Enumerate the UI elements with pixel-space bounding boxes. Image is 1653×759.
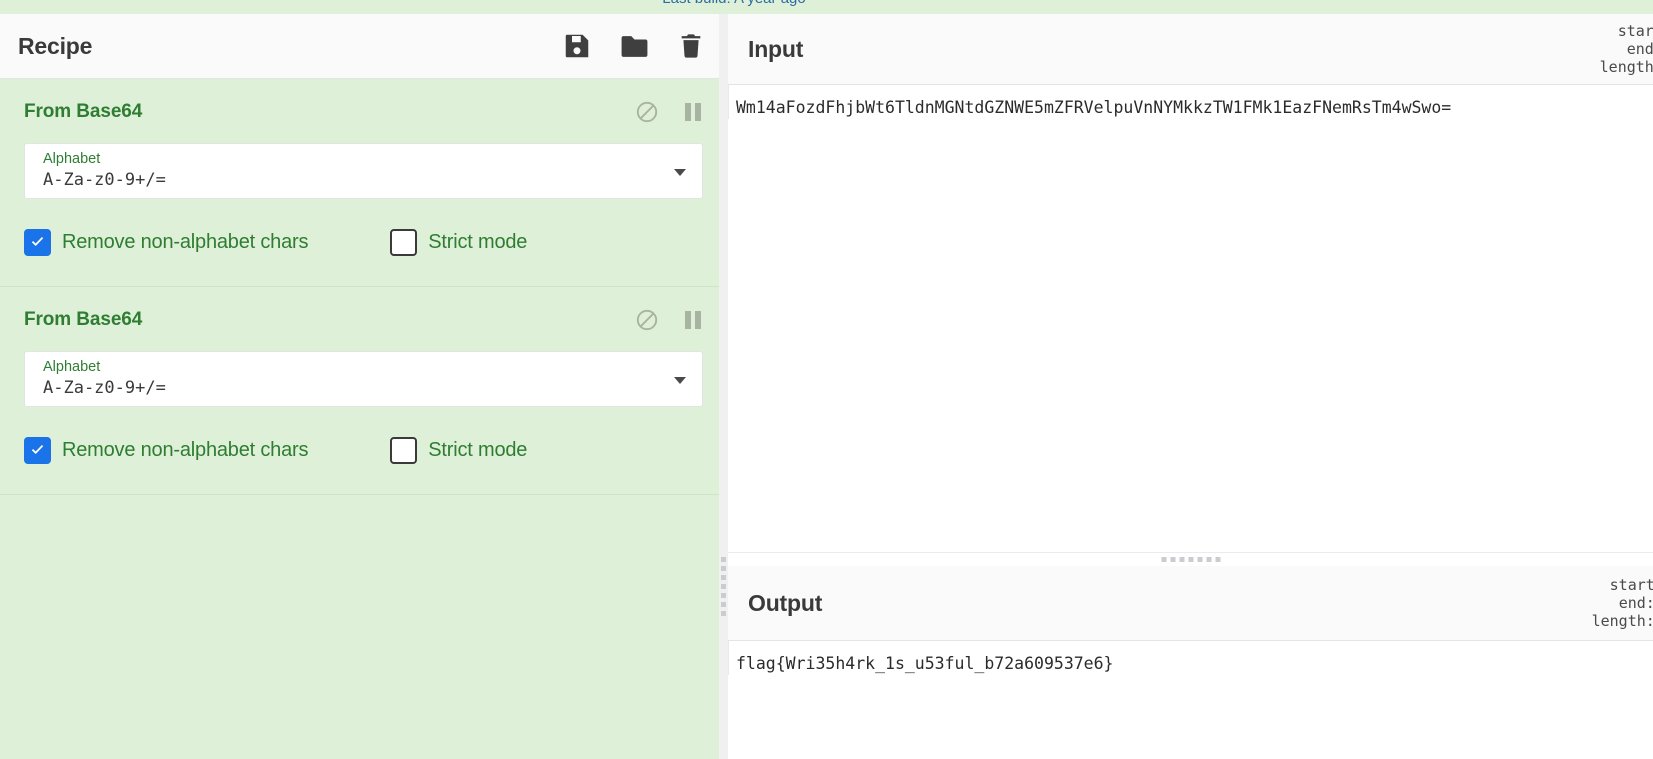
input-textarea[interactable]: Wm14aFozdFhjbWt6TldnMGNtdGZNWE5mZFRVelpu…	[728, 85, 1653, 119]
splitter-grip	[1161, 557, 1220, 562]
disable-icon[interactable]	[635, 308, 659, 332]
pause-icon[interactable]	[683, 101, 703, 123]
operation-header: From Base64	[24, 305, 703, 335]
input-stats: start: 0 end: 68 length: 68 l	[1600, 22, 1653, 76]
checkbox-box-unchecked	[390, 229, 418, 256]
alphabet-value: A-Za-z0-9+/=	[43, 170, 166, 190]
output-title: Output	[748, 589, 823, 616]
alphabet-label: Alphabet	[43, 151, 101, 167]
last-build-text: Last build: A year ago	[0, 0, 1468, 7]
recipe-pane: Recipe From Base64 Alphabet A-Za-z0-9+/=…	[0, 14, 727, 759]
splitter-grip	[721, 557, 726, 616]
disable-icon[interactable]	[635, 100, 659, 124]
recipe-title-bar: Recipe	[0, 14, 727, 79]
recipe-actions	[562, 31, 705, 62]
folder-icon[interactable]	[619, 31, 650, 62]
input-pane: Input start: 0 end: 68 length: 68 l Wm14…	[728, 14, 1653, 552]
alphabet-label: Alphabet	[43, 359, 101, 375]
input-output-splitter[interactable]	[728, 552, 1653, 566]
checkbox-label: Strict mode	[428, 231, 528, 253]
chevron-down-icon[interactable]	[674, 377, 686, 384]
output-header: Output start: 0 end: 38 length: 38 t len…	[728, 566, 1653, 641]
trash-icon[interactable]	[677, 32, 705, 60]
operation-title: From Base64	[24, 101, 143, 122]
operation-title: From Base64	[24, 309, 143, 330]
operation-header: From Base64	[24, 97, 703, 127]
output-end: end: 38	[1618, 594, 1653, 612]
output-text[interactable]: flag{Wri35h4rk_1s_u53ful_b72a609537e6}	[728, 641, 1653, 675]
recipe-operation[interactable]: From Base64 Alphabet A-Za-z0-9+/= Remove…	[0, 287, 727, 495]
chevron-down-icon[interactable]	[674, 169, 686, 176]
checkbox-box-unchecked	[390, 437, 418, 464]
input-header: Input start: 0 end: 68 length: 68 l	[728, 14, 1653, 85]
checkbox-box-checked	[24, 437, 51, 464]
input-length: length: 68	[1599, 58, 1653, 76]
checkbox-label: Remove non-alphabet chars	[62, 439, 309, 461]
recipe-io-splitter[interactable]	[719, 14, 728, 759]
remove-non-alphabet-chars-checkbox[interactable]: Remove non-alphabet chars	[24, 437, 308, 464]
output-stats-primary: start: 0 end: 38 length: 38	[1592, 576, 1653, 630]
recipe-operation[interactable]: From Base64 Alphabet A-Za-z0-9+/= Remove…	[0, 79, 727, 287]
output-stats: start: 0 end: 38 length: 38 t len li	[1592, 576, 1653, 630]
output-pane: Output start: 0 end: 38 length: 38 t len…	[728, 566, 1653, 759]
input-start: start: 0	[1617, 22, 1653, 40]
build-banner: Last build: A year ago	[0, 0, 1653, 14]
recipe-operation-list[interactable]: From Base64 Alphabet A-Za-z0-9+/= Remove…	[0, 79, 727, 759]
operation-checkboxes: Remove non-alphabet chars Strict mode	[24, 437, 703, 464]
strict-mode-checkbox[interactable]: Strict mode	[390, 229, 527, 256]
output-start: start: 0	[1609, 576, 1653, 594]
alphabet-select[interactable]: Alphabet A-Za-z0-9+/=	[24, 143, 703, 199]
operation-controls	[635, 308, 703, 332]
io-column: Input start: 0 end: 68 length: 68 l Wm14…	[728, 14, 1653, 759]
checkbox-label: Strict mode	[428, 439, 528, 461]
remove-non-alphabet-chars-checkbox[interactable]: Remove non-alphabet chars	[24, 229, 308, 256]
input-end: end: 68	[1626, 40, 1653, 58]
save-icon[interactable]	[562, 31, 592, 61]
alphabet-value: A-Za-z0-9+/=	[43, 378, 166, 398]
cyberchef-app: Last build: A year ago Recipe Fr	[0, 0, 1653, 759]
output-length: length: 38	[1591, 612, 1653, 630]
checkbox-label: Remove non-alphabet chars	[62, 231, 309, 253]
input-stats-primary: start: 0 end: 68 length: 68	[1600, 22, 1653, 76]
strict-mode-checkbox[interactable]: Strict mode	[390, 437, 527, 464]
operation-checkboxes: Remove non-alphabet chars Strict mode	[24, 229, 703, 256]
alphabet-select[interactable]: Alphabet A-Za-z0-9+/=	[24, 351, 703, 407]
recipe-title: Recipe	[18, 32, 93, 59]
input-title: Input	[748, 35, 804, 62]
operation-controls	[635, 100, 703, 124]
pause-icon[interactable]	[683, 309, 703, 331]
checkbox-box-checked	[24, 229, 51, 256]
